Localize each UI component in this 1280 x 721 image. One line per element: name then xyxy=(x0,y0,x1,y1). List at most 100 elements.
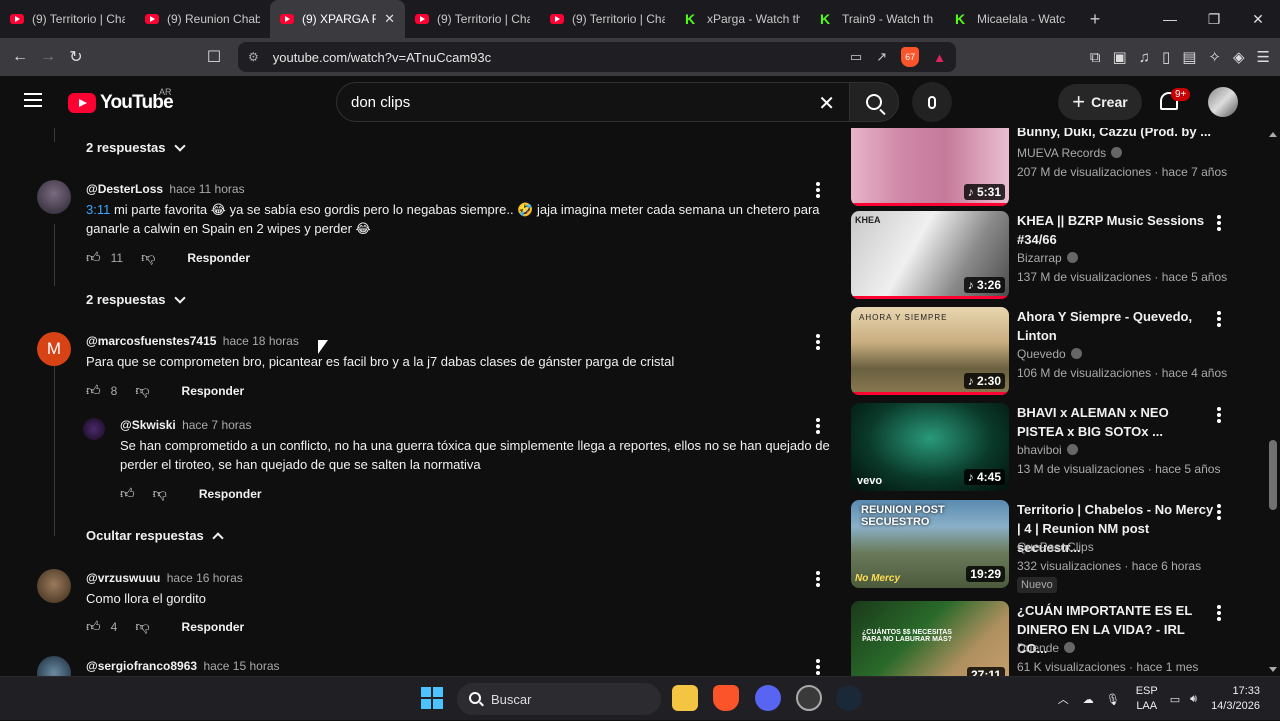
minimize-icon[interactable]: — xyxy=(1148,11,1192,27)
like-icon[interactable]: 👍︎ xyxy=(120,485,135,502)
close-tab-icon[interactable]: ✕ xyxy=(384,11,395,27)
discord-icon[interactable] xyxy=(755,685,781,711)
file-explorer-icon[interactable] xyxy=(672,685,698,711)
video-title[interactable]: BHAVI x ALEMAN x NEO PISTEA x BIG SOTOx … xyxy=(1017,403,1215,441)
video-channel[interactable]: Quevedo xyxy=(1017,345,1082,363)
comment-menu-icon[interactable] xyxy=(816,418,820,436)
hamburger-menu-icon[interactable] xyxy=(24,93,42,107)
search-button[interactable] xyxy=(849,82,899,122)
video-thumbnail[interactable]: KHEA ♪ 3:26 xyxy=(851,211,1009,299)
reload-icon[interactable]: ↻ xyxy=(62,47,90,67)
related-video[interactable]: ¿CUÁNTOS $$ NECESITAS PARA NO LABURAR MÁ… xyxy=(851,601,1261,676)
timestamp-link[interactable]: 3:11 xyxy=(86,202,110,217)
brave-browser-icon[interactable] xyxy=(713,685,739,711)
related-video[interactable]: KHEA ♪ 3:26 KHEA || BZRP Music Sessions … xyxy=(851,211,1261,299)
comment-author[interactable]: @DesterLoss xyxy=(86,182,163,196)
network-icon[interactable]: ▭ xyxy=(1170,693,1180,706)
vpn-icon[interactable]: ◈ xyxy=(1233,48,1245,66)
browser-tab[interactable]: (9) Territorio | Cha xyxy=(540,0,675,38)
comment-author[interactable]: @marcosfuenstes7415 xyxy=(86,334,216,348)
browser-tab[interactable]: (9) Territorio | Cha xyxy=(405,0,540,38)
reply-button[interactable]: Responder xyxy=(182,620,245,634)
browser-tab[interactable]: K Micaelala - Watc xyxy=(945,0,1080,38)
comment-author[interactable]: @Skwiski xyxy=(120,418,176,432)
menu-icon[interactable]: ☰ xyxy=(1257,48,1270,66)
language-indicator[interactable]: ESP LAA xyxy=(1136,684,1158,714)
related-video[interactable]: REUNION POST SECUESTRO No Mercy 19:29 Te… xyxy=(851,500,1261,593)
comment-time[interactable]: hace 15 horas xyxy=(203,659,279,673)
browser-tab[interactable]: (9) Territorio | Cha xyxy=(0,0,135,38)
video-channel[interactable]: bhaviboi xyxy=(1017,441,1078,459)
video-thumbnail[interactable]: vevo ♪ 4:45 xyxy=(851,403,1009,491)
comment-menu-icon[interactable] xyxy=(816,571,820,589)
clear-search-icon[interactable]: ✕ xyxy=(818,91,835,116)
video-menu-icon[interactable] xyxy=(1217,504,1221,522)
comment-time[interactable]: hace 11 horas xyxy=(169,182,244,196)
browser-tab[interactable]: K Train9 - Watch th xyxy=(810,0,945,38)
video-channel[interactable]: Duende xyxy=(1017,639,1076,657)
app-icon[interactable] xyxy=(796,685,822,711)
video-thumbnail[interactable]: REUNION POST SECUESTRO No Mercy 19:29 xyxy=(851,500,1009,588)
video-thumbnail[interactable]: ¿CUÁNTOS $$ NECESITAS PARA NO LABURAR MÁ… xyxy=(851,601,1009,676)
maximize-icon[interactable]: ❐ xyxy=(1192,11,1236,28)
browser-tab-active[interactable]: (9) XPARGA R ✕ xyxy=(270,0,405,38)
reply-button[interactable]: Responder xyxy=(199,487,262,501)
video-thumbnail[interactable]: AHORA Y SIEMPRE ♪ 2:30 xyxy=(851,307,1009,395)
youtube-logo[interactable]: YouTube AR xyxy=(68,87,174,114)
create-button[interactable]: + Crear xyxy=(1058,84,1142,120)
video-thumbnail[interactable]: ♪ 5:31 xyxy=(851,128,1009,206)
video-menu-icon[interactable] xyxy=(1217,215,1221,233)
windows-start-icon[interactable] xyxy=(421,687,443,709)
video-menu-icon[interactable] xyxy=(1217,407,1221,425)
like-icon[interactable]: 👍︎ xyxy=(86,249,101,266)
dislike-icon[interactable]: 👎︎ xyxy=(141,249,155,266)
back-icon[interactable]: ← xyxy=(6,48,34,66)
microphone-icon[interactable]: 🎙︎ xyxy=(1106,693,1120,706)
brave-rewards-icon[interactable]: ▲ xyxy=(933,50,946,65)
avatar[interactable] xyxy=(37,656,71,676)
avatar[interactable] xyxy=(83,418,105,440)
sidebar-icon[interactable]: ▯ xyxy=(1162,48,1170,66)
avatar[interactable] xyxy=(37,569,71,603)
related-video[interactable]: AHORA Y SIEMPRE ♪ 2:30 Ahora Y Siempre -… xyxy=(851,307,1261,395)
reply-button[interactable]: Responder xyxy=(182,384,245,398)
wallet-card-icon[interactable]: ▤ xyxy=(1182,48,1196,66)
new-tab-button[interactable]: + xyxy=(1080,9,1110,30)
like-icon[interactable]: 👍︎ xyxy=(86,618,101,635)
dislike-icon[interactable]: 👎︎ xyxy=(153,485,167,502)
video-channel[interactable]: MUEVA Records xyxy=(1017,144,1123,162)
dislike-icon[interactable]: 👎︎ xyxy=(135,618,149,635)
video-menu-icon[interactable] xyxy=(1217,311,1221,329)
comment-time[interactable]: hace 16 horas xyxy=(167,571,243,585)
scroll-down-icon[interactable] xyxy=(1269,667,1277,672)
related-video[interactable]: vevo ♪ 4:45 BHAVI x ALEMAN x NEO PISTEA … xyxy=(851,403,1261,491)
video-title[interactable]: Ahora Y Siempre - Quevedo, Linton xyxy=(1017,307,1215,345)
steam-icon[interactable] xyxy=(836,685,862,711)
video-channel[interactable]: Bizarrap xyxy=(1017,249,1078,267)
like-icon[interactable]: 👍︎ xyxy=(86,382,101,399)
site-info-icon[interactable]: ⚙ xyxy=(248,50,259,64)
video-channel[interactable]: QuePasoClips xyxy=(1017,538,1094,556)
address-bar[interactable]: ⚙ youtube.com/watch?v=ATnuCcam93c ▭ ↗ 67… xyxy=(238,42,956,72)
comment-author[interactable]: @sergiofranco8963 xyxy=(86,659,197,673)
browser-tab[interactable]: KxParga - Watch th xyxy=(675,0,810,38)
account-avatar[interactable] xyxy=(1208,87,1238,117)
volume-icon[interactable]: 🔊︎ xyxy=(1190,693,1197,706)
avatar[interactable]: M xyxy=(37,332,71,366)
browser-tab[interactable]: (9) Reunion Chab xyxy=(135,0,270,38)
extensions-icon[interactable]: ⧉ xyxy=(1090,49,1101,66)
comment-time[interactable]: hace 7 horas xyxy=(182,418,251,432)
clock[interactable]: 17:33 14/3/2026 xyxy=(1211,684,1260,714)
comment-menu-icon[interactable] xyxy=(816,182,820,200)
cloud-icon[interactable]: ☁ xyxy=(1083,693,1094,706)
cast-icon[interactable]: ▭ xyxy=(850,49,862,65)
music-icon[interactable]: ♫ xyxy=(1139,49,1150,66)
replies-toggle[interactable]: 2 respuestas xyxy=(86,139,186,155)
chevron-up-icon[interactable]: ︿ xyxy=(1058,691,1069,707)
hide-replies-toggle[interactable]: Ocultar respuestas xyxy=(86,528,224,544)
page-scrollbar[interactable] xyxy=(1266,128,1280,676)
related-video[interactable]: ♪ 5:31 Bunny, Duki, Cazzu (Prod. by ... … xyxy=(851,128,1261,206)
reply-button[interactable]: Responder xyxy=(187,251,250,265)
scroll-up-icon[interactable] xyxy=(1269,132,1277,137)
forward-icon[interactable]: → xyxy=(34,48,62,66)
